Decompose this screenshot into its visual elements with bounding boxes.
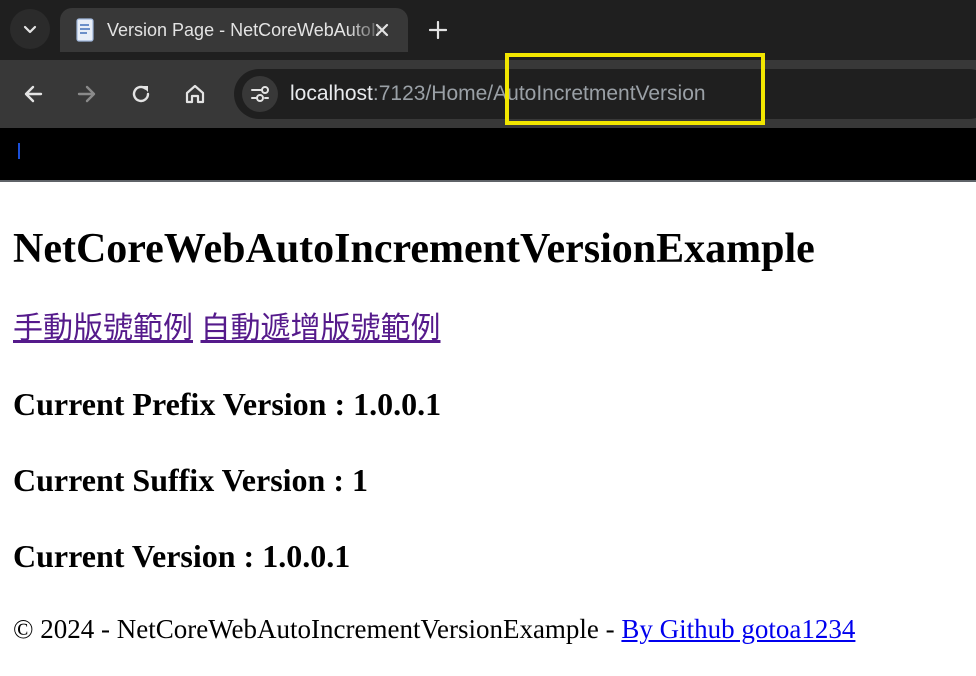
tab-title: Version Page - NetCoreWebAutoIncrementVe… <box>107 20 387 40</box>
forward-arrow-icon <box>77 85 96 103</box>
back-button[interactable] <box>13 74 53 114</box>
forward-button[interactable] <box>67 74 107 114</box>
url-text[interactable]: localhost:7123/Home/AutoIncretmentVersio… <box>290 81 706 107</box>
page-title: NetCoreWebAutoIncrementVersionExample <box>13 226 815 272</box>
footer: © 2024 - NetCoreWebAutoIncrementVersionE… <box>13 612 855 646</box>
home-button[interactable] <box>175 74 215 114</box>
document-icon <box>76 18 94 42</box>
active-tab[interactable]: Version Page - NetCoreWebAutoIncrementVe… <box>60 8 408 52</box>
address-bar[interactable]: localhost:7123/Home/AutoIncretmentVersio… <box>234 69 976 119</box>
bookmarks-bar <box>0 128 976 180</box>
tab-close-button[interactable] <box>370 18 394 42</box>
toolbar: localhost:7123/Home/AutoIncretmentVersio… <box>0 60 976 128</box>
home-icon <box>185 84 205 104</box>
browser-chrome: Version Page - NetCoreWebAutoIncrementVe… <box>0 0 976 182</box>
tab-search-icon <box>23 25 37 34</box>
current-version: Current Version : 1.0.0.1 <box>13 538 351 574</box>
url-host: localhost <box>290 82 373 105</box>
back-arrow-icon <box>24 85 43 103</box>
example-links: 手動版號範例 自動遞增版號範例 <box>13 310 441 348</box>
auto-version-link[interactable]: 自動遞增版號範例 <box>201 312 441 345</box>
prefix-version: Current Prefix Version : 1.0.0.1 <box>13 386 442 422</box>
github-link[interactable]: By Github gotoa1234 <box>621 614 855 644</box>
plus-icon <box>429 21 447 39</box>
footer-text: © 2024 - NetCoreWebAutoIncrementVersionE… <box>13 614 622 644</box>
new-tab-button[interactable] <box>420 12 456 48</box>
close-icon <box>375 23 389 37</box>
chrome-divider <box>0 180 976 182</box>
suffix-version: Current Suffix Version : 1 <box>13 462 368 498</box>
reload-icon <box>132 85 150 103</box>
site-info-button[interactable] <box>242 76 278 112</box>
site-info-icon <box>251 86 269 102</box>
bookmark-marker <box>18 143 20 159</box>
tab-search-button[interactable] <box>10 9 50 49</box>
url-path: :7123/Home/AutoIncretmentVersion <box>372 82 706 105</box>
manual-version-link[interactable]: 手動版號範例 <box>13 312 193 345</box>
reload-button[interactable] <box>121 74 161 114</box>
tab-strip: Version Page - NetCoreWebAutoIncrementVe… <box>0 0 976 60</box>
